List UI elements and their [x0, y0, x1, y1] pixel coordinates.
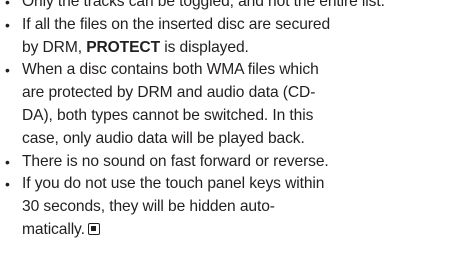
bullet-icon: • — [5, 0, 10, 10]
note-text-line: 30 seconds, they will be hidden auto- — [22, 198, 275, 216]
end-of-section-icon — [87, 222, 100, 235]
bullet-icon: • — [5, 176, 10, 193]
note-text-line: by DRM, — [22, 38, 87, 56]
note-text-line: There is no sound on fast forward or rev… — [22, 152, 329, 170]
notes-list: • Only the tracks can be toggled, and no… — [2, 0, 448, 242]
note-text-line: When a disc contains both WMA files whic… — [22, 61, 319, 79]
bullet-icon: • — [5, 153, 10, 170]
protect-indicator-label: PROTECT — [86, 38, 160, 56]
note-text-line: If you do not use the touch panel keys w… — [22, 175, 325, 193]
note-text: Only the tracks can be toggled, and not … — [22, 0, 385, 10]
note-text-line: If all the files on the inserted disc ar… — [22, 15, 331, 33]
note-item-truncated: • Only the tracks can be toggled, and no… — [2, 0, 448, 14]
note-item-wma-cdda: • When a disc contains both WMA files wh… — [2, 59, 448, 150]
note-text-line: are protected by DRM and audio data (CD- — [22, 84, 316, 102]
bullet-icon: • — [5, 16, 10, 33]
note-text-tail: is displayed. — [160, 38, 249, 56]
note-text-line: case, only audio data will be played bac… — [22, 129, 305, 147]
note-text-line: DA), both types cannot be switched. In t… — [22, 106, 314, 124]
note-item-no-sound: • There is no sound on fast forward or r… — [2, 151, 448, 174]
note-item-touch-keys-hidden: • If you do not use the touch panel keys… — [2, 173, 448, 241]
note-text-line: matically. — [22, 220, 85, 238]
bullet-icon: • — [5, 62, 10, 79]
note-item-drm-protect: • If all the files on the inserted disc … — [2, 14, 448, 60]
